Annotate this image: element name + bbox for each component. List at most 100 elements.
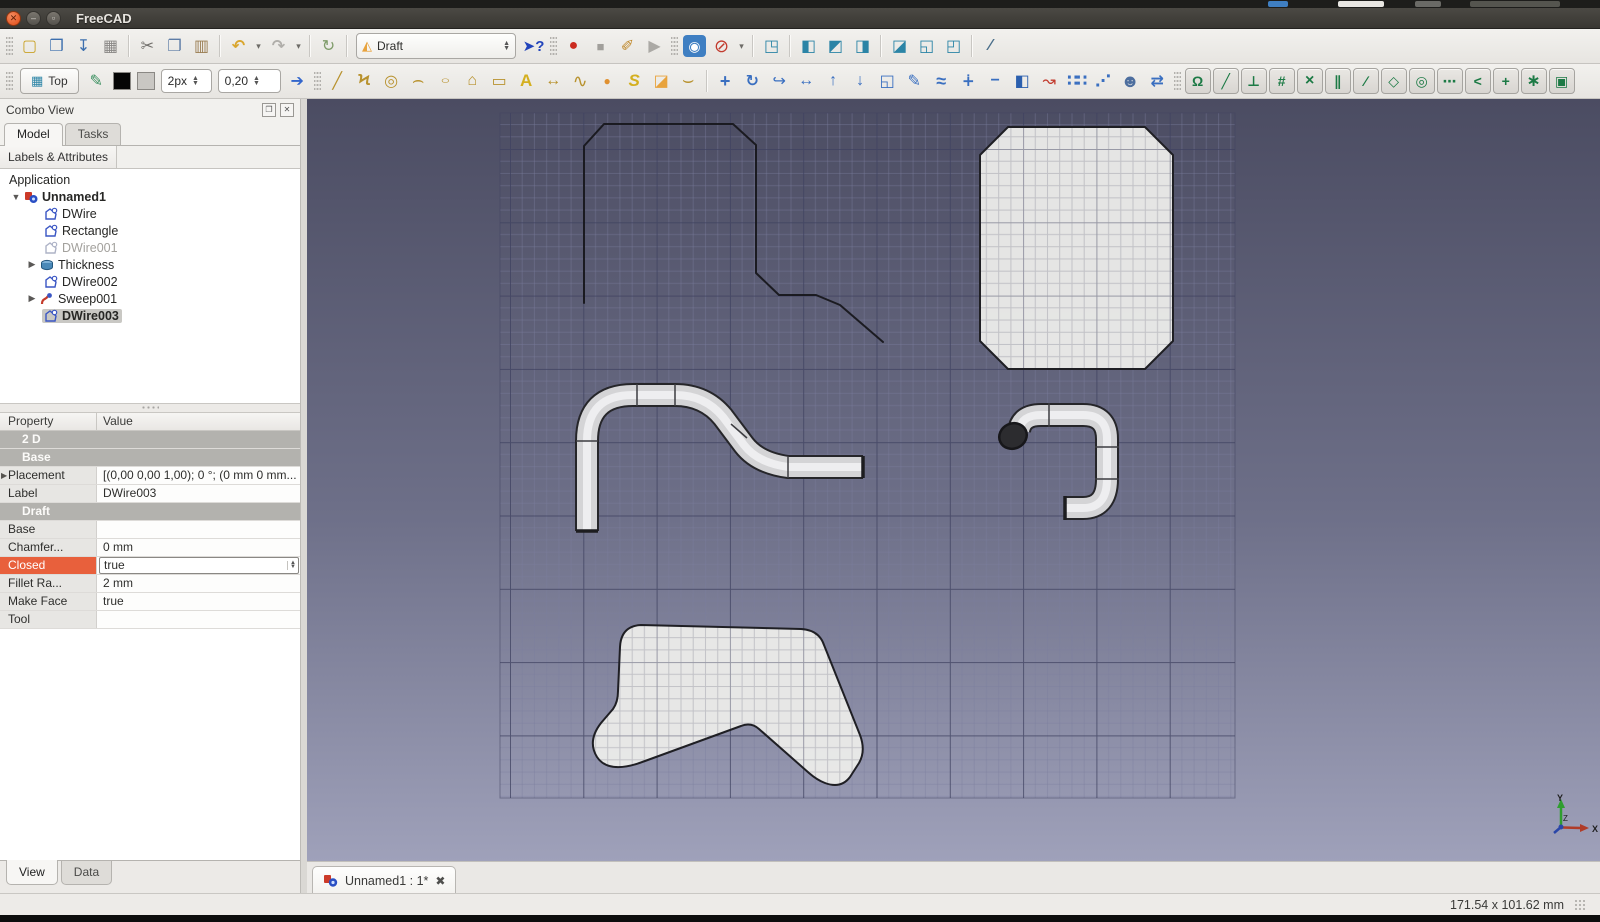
workbench-selector-spin[interactable]: ▲▼	[495, 41, 510, 51]
line-width-spin[interactable]: ▲▼	[192, 76, 199, 86]
expander-open-icon[interactable]: ▼	[10, 192, 22, 202]
combo-view-header[interactable]: Combo View ❐ ✕	[0, 99, 300, 120]
document-tab[interactable]: Unnamed1 : 1* ✖	[312, 866, 456, 894]
tree-column-header[interactable]: Labels & Attributes	[0, 146, 300, 169]
toolbar-drag-handle[interactable]	[6, 70, 13, 92]
redo-icon[interactable]: ↷	[265, 33, 292, 59]
draft-facebinder-icon[interactable]: ◪	[648, 68, 675, 94]
property-row-base[interactable]: Base	[0, 521, 300, 539]
snap-midpoint-icon[interactable]: ◇	[1381, 68, 1407, 94]
snap-dimensions-icon[interactable]: ⋯	[1437, 68, 1463, 94]
window-close-button[interactable]: ✕	[6, 11, 21, 26]
tree-item-dwire003[interactable]: DWire003	[0, 307, 300, 324]
titlebar[interactable]: ✕ – ▫ FreeCAD	[0, 8, 1600, 29]
property-row-fillet-radius[interactable]: Fillet Ra... 2 mm	[0, 575, 300, 593]
cut-icon[interactable]: ✂	[134, 33, 161, 59]
property-row-closed[interactable]: Closed true ▲▼	[0, 557, 300, 575]
draft-trimex-icon[interactable]: ↔	[793, 68, 820, 94]
print-icon[interactable]: ▦	[97, 33, 124, 59]
tree-item-thickness[interactable]: ▶ Thickness	[0, 256, 300, 273]
property-row-tool[interactable]: Tool	[0, 611, 300, 629]
apply-style-icon[interactable]: ➔	[284, 68, 311, 94]
line-width-spinbox[interactable]: 2px ▲▼	[161, 69, 212, 93]
draft-move-icon[interactable]: +	[712, 68, 739, 94]
draft-wire-to-bspline-icon[interactable]: ≈	[928, 68, 955, 94]
draft-dimension-icon[interactable]: ↔	[540, 68, 567, 94]
property-grid-header[interactable]: Property Value	[0, 413, 300, 431]
snap-lock-icon[interactable]: Ω	[1185, 68, 1211, 94]
draft-path-array-icon[interactable]: ⋰	[1090, 68, 1117, 94]
face-color-swatch[interactable]	[137, 72, 155, 90]
property-group-2d[interactable]: 2 D	[0, 431, 300, 449]
window-maximize-button[interactable]: ▫	[46, 11, 61, 26]
save-icon[interactable]: ↧	[70, 33, 97, 59]
panel-close-icon[interactable]: ✕	[280, 103, 294, 117]
viewport-canvas[interactable]: Y X Z	[307, 99, 1600, 861]
snap-intersection-icon[interactable]: ×	[1297, 68, 1323, 94]
toolbar-drag-handle[interactable]	[671, 35, 678, 57]
toolbar-drag-handle[interactable]	[1174, 70, 1181, 92]
snap-grid-icon[interactable]: #	[1269, 68, 1295, 94]
tree-item-dwire[interactable]: DWire	[0, 205, 300, 222]
snap-ortho-icon[interactable]: +	[1493, 68, 1519, 94]
draft-to-sketch-icon[interactable]: ⇄	[1144, 68, 1171, 94]
working-plane-button[interactable]: ▦ Top	[20, 68, 79, 94]
property-group-base[interactable]: Base	[0, 449, 300, 467]
snap-parallel-icon[interactable]: ∥	[1325, 68, 1351, 94]
snap-extension-icon[interactable]: ∕	[1353, 68, 1379, 94]
draft-text-icon[interactable]: A	[513, 68, 540, 94]
text-scale-spinbox[interactable]: 0,20 ▲▼	[218, 69, 281, 93]
draft-downgrade-icon[interactable]: ↓	[847, 68, 874, 94]
draft-array-icon[interactable]: ∷∷	[1063, 68, 1090, 94]
property-row-placement[interactable]: ▶Placement [(0,00 0,00 1,00); 0 °; (0 mm…	[0, 467, 300, 485]
draft-clone-icon[interactable]: ☻	[1117, 68, 1144, 94]
closed-value-editor[interactable]: true ▲▼	[99, 557, 299, 574]
paste-icon[interactable]: ▥	[188, 33, 215, 59]
snap-near-icon[interactable]: <	[1465, 68, 1491, 94]
whats-this-icon[interactable]: ➤?	[520, 33, 547, 59]
tab-data[interactable]: Data	[61, 861, 112, 885]
tree-item-dwire001[interactable]: DWire001	[0, 239, 300, 256]
draft-circle-icon[interactable]: ◎	[378, 68, 405, 94]
expander-closed-icon[interactable]: ▶	[26, 259, 38, 270]
refresh-icon[interactable]: ↻	[315, 33, 342, 59]
property-row-label[interactable]: Label DWire003	[0, 485, 300, 503]
macro-play-icon[interactable]: ▶	[641, 33, 668, 59]
panel-float-icon[interactable]: ❐	[262, 103, 276, 117]
view-right-icon[interactable]: ◨	[849, 33, 876, 59]
expander-closed-icon[interactable]: ▶	[1, 471, 7, 480]
line-color-swatch[interactable]	[113, 72, 131, 90]
macro-stop-icon[interactable]: ■	[587, 33, 614, 59]
text-scale-spin[interactable]: ▲▼	[253, 76, 260, 86]
rectangle-face[interactable]	[980, 127, 1173, 369]
view-front-icon[interactable]: ◧	[795, 33, 822, 59]
window-minimize-button[interactable]: –	[26, 11, 41, 26]
redo-menu-icon[interactable]: ▾	[292, 33, 305, 59]
snap-center-icon[interactable]: ◎	[1409, 68, 1435, 94]
snap-endpoint-icon[interactable]: ╱	[1213, 68, 1239, 94]
draft-polygon-icon[interactable]: ⌂	[459, 68, 486, 94]
workbench-selector[interactable]: ◭ Draft ▲▼	[356, 33, 516, 59]
toolbar-drag-handle[interactable]	[314, 70, 321, 92]
tab-view[interactable]: View	[6, 860, 58, 885]
draft-offset-icon[interactable]: ↪	[766, 68, 793, 94]
draft-rectangle-icon[interactable]: ▭	[486, 68, 513, 94]
snap-perpendicular-icon[interactable]: ⊥	[1241, 68, 1267, 94]
document-tab-close-icon[interactable]: ✖	[435, 874, 445, 888]
new-file-icon[interactable]: ▢	[16, 33, 43, 59]
view-axonometric-icon[interactable]: ◳	[758, 33, 785, 59]
undo-menu-icon[interactable]: ▾	[252, 33, 265, 59]
draft-ellipse-icon[interactable]: ○	[432, 73, 459, 89]
tree-item-unnamed1[interactable]: ▼ Unnamed1	[0, 188, 300, 205]
tree-item-application[interactable]: Application	[0, 171, 300, 188]
measure-distance-icon[interactable]: ∕	[977, 33, 1004, 59]
expander-closed-icon[interactable]: ▶	[26, 293, 38, 304]
toolbar-drag-handle[interactable]	[6, 35, 13, 57]
draft-delete-point-icon[interactable]: −	[982, 68, 1009, 94]
view-top-icon[interactable]: ◩	[822, 33, 849, 59]
draft-wire-icon[interactable]: Ϟ	[351, 68, 378, 94]
resize-grip[interactable]	[1574, 899, 1586, 911]
tab-model[interactable]: Model	[4, 123, 63, 146]
view-bottom-icon[interactable]: ◱	[913, 33, 940, 59]
fit-all-icon[interactable]: ◉	[681, 33, 708, 59]
